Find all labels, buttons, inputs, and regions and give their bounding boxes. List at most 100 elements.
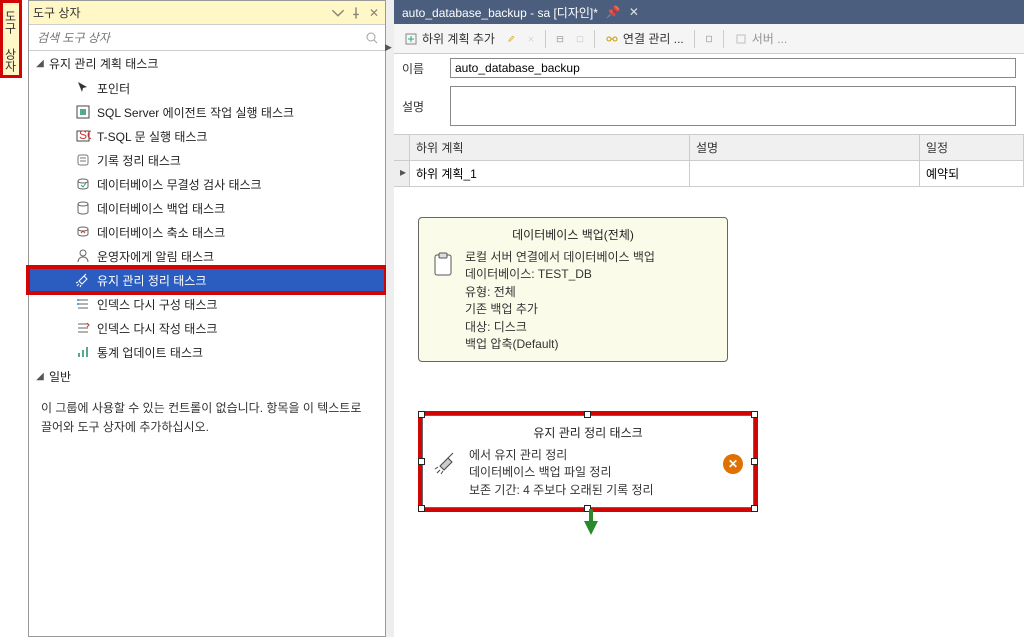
group-header-general[interactable]: ◢ 일반 bbox=[29, 364, 385, 389]
delete-icon[interactable] bbox=[523, 31, 539, 47]
desc-row: 설명 bbox=[394, 82, 1024, 130]
integrity-icon bbox=[75, 176, 91, 192]
tool-item-reorg[interactable]: 인덱스 다시 구성 태스크 bbox=[29, 292, 385, 316]
resize-handle[interactable] bbox=[418, 411, 425, 418]
group-header-label: 일반 bbox=[49, 368, 71, 385]
task-node-backup[interactable]: 데이터베이스 백업(전체) 로컬 서버 연결에서 데이터베이스 백업 데이터베이… bbox=[418, 217, 728, 362]
task-node-cleanup[interactable]: 유지 관리 정리 태스크 에서 유지 관리 정리 데이터베이스 백업 파일 정리… bbox=[418, 411, 758, 512]
desc-label: 설명 bbox=[402, 98, 442, 115]
resize-handle[interactable] bbox=[418, 458, 425, 465]
toolbox-search-input[interactable] bbox=[35, 30, 365, 46]
grid-header-desc[interactable]: 설명 bbox=[690, 135, 920, 160]
group-header-label: 유지 관리 계획 태스크 bbox=[49, 55, 158, 72]
document-tab[interactable]: auto_database_backup - sa [디자인]* 📌 ✕ bbox=[394, 0, 1024, 24]
tool-item-label: 데이터베이스 무결성 검사 태스크 bbox=[97, 176, 262, 193]
manage-connections-button[interactable]: 연결 관리 ... bbox=[601, 28, 688, 49]
tool-item-pointer[interactable]: 포인터 bbox=[29, 76, 385, 100]
toolbox-vertical-tab[interactable]: 도구 상자 bbox=[0, 0, 22, 78]
grid-row[interactable]: ▸ 하위 계획_1 예약되 bbox=[394, 161, 1024, 187]
search-icon[interactable] bbox=[365, 31, 379, 45]
collapse-icon: ◢ bbox=[35, 371, 45, 382]
general-empty-message: 이 그룹에 사용할 수 있는 컨트롤이 없습니다. 항목을 이 텍스트로 끌어와… bbox=[29, 389, 385, 447]
server-button[interactable]: 서버 ... bbox=[730, 28, 791, 49]
error-badge-icon[interactable]: ✕ bbox=[723, 454, 743, 474]
grid-corner bbox=[394, 135, 410, 160]
pin-icon[interactable] bbox=[349, 6, 363, 20]
tool-item-shrink[interactable]: 데이터베이스 축소 태스크 bbox=[29, 220, 385, 244]
toolbox-title: 도구 상자 bbox=[33, 4, 327, 21]
grid-cell[interactable]: 예약되 bbox=[920, 161, 1024, 186]
tool-item-label: 데이터베이스 백업 태스크 bbox=[97, 200, 225, 217]
backup-icon bbox=[75, 200, 91, 216]
grid-cell[interactable] bbox=[690, 161, 920, 186]
pin-icon[interactable]: 📌 bbox=[606, 5, 621, 19]
edit-icon[interactable] bbox=[503, 31, 519, 47]
toolbox-panel: 도구 상자 ✕ ◢ 유지 관리 계획 태스크 포인터 SQL Server 에이… bbox=[28, 0, 386, 637]
name-label: 이름 bbox=[402, 60, 442, 77]
tool-item-label: 인덱스 다시 구성 태스크 bbox=[97, 296, 217, 313]
connection-icon bbox=[605, 32, 619, 46]
resize-handle[interactable] bbox=[751, 411, 758, 418]
broom-icon bbox=[75, 272, 91, 288]
task-title: 유지 관리 정리 태스크 bbox=[433, 424, 743, 441]
tool-item-rebuild[interactable]: 인덱스 다시 작성 태스크 bbox=[29, 316, 385, 340]
grid-header-schedule[interactable]: 일정 bbox=[920, 135, 1024, 160]
broom-icon bbox=[433, 449, 461, 477]
resize-handle[interactable] bbox=[751, 458, 758, 465]
tool-item-cleanup[interactable]: 유지 관리 정리 태스크 bbox=[29, 268, 385, 292]
task-description: 로컬 서버 연결에서 데이터베이스 백업 데이터베이스: TEST_DB 유형:… bbox=[465, 249, 655, 353]
tool-item-label: 포인터 bbox=[97, 80, 130, 97]
resize-handle[interactable] bbox=[418, 505, 425, 512]
clipboard-icon bbox=[429, 251, 457, 279]
tool-item-history[interactable]: 기록 정리 태스크 bbox=[29, 148, 385, 172]
splitter[interactable] bbox=[386, 0, 394, 637]
close-icon[interactable]: ✕ bbox=[629, 5, 639, 19]
history-cleanup-icon bbox=[75, 152, 91, 168]
designer-toolbar: 하위 계획 추가 연결 관리 ... 서버 ... bbox=[394, 24, 1024, 54]
task-description: 에서 유지 관리 정리 데이터베이스 백업 파일 정리 보존 기간: 4 주보다… bbox=[469, 447, 654, 499]
tool-item-label: 데이터베이스 축소 태스크 bbox=[97, 224, 225, 241]
tool-item-stats[interactable]: 통계 업데이트 태스크 bbox=[29, 340, 385, 364]
name-row: 이름 bbox=[394, 54, 1024, 82]
tool-item-label: SQL Server 에이전트 작업 실행 태스크 bbox=[97, 104, 294, 121]
tsql-icon: SQL bbox=[75, 128, 91, 144]
resize-handle[interactable] bbox=[751, 505, 758, 512]
update-stats-icon bbox=[75, 344, 91, 360]
tool-item-label: T-SQL 문 실행 태스크 bbox=[97, 128, 207, 145]
calendar-icon[interactable] bbox=[552, 31, 568, 47]
grid-header-subplan[interactable]: 하위 계획 bbox=[410, 135, 690, 160]
toolbox-titlebar: 도구 상자 ✕ bbox=[29, 1, 385, 25]
report-icon[interactable] bbox=[701, 31, 717, 47]
name-input[interactable] bbox=[450, 58, 1016, 78]
toolbox-search-row bbox=[29, 25, 385, 51]
dropdown-icon[interactable] bbox=[331, 6, 345, 20]
tool-item-integrity[interactable]: 데이터베이스 무결성 검사 태스크 bbox=[29, 172, 385, 196]
server-icon bbox=[734, 32, 748, 46]
agent-job-icon bbox=[75, 104, 91, 120]
add-subplan-button[interactable]: 하위 계획 추가 bbox=[400, 28, 499, 49]
tool-item-label: 인덱스 다시 작성 태스크 bbox=[97, 320, 217, 337]
resize-handle[interactable] bbox=[584, 411, 591, 418]
document-tab-title: auto_database_backup - sa [디자인]* bbox=[402, 4, 598, 21]
pointer-icon bbox=[75, 80, 91, 96]
tool-item-tsql[interactable]: SQL T-SQL 문 실행 태스크 bbox=[29, 124, 385, 148]
close-icon[interactable]: ✕ bbox=[367, 6, 381, 20]
desc-input[interactable] bbox=[450, 86, 1016, 126]
tool-item-notify[interactable]: 운영자에게 알림 태스크 bbox=[29, 244, 385, 268]
tool-item-label: 운영자에게 알림 태스크 bbox=[97, 248, 214, 265]
group-header-maintenance[interactable]: ◢ 유지 관리 계획 태스크 bbox=[29, 51, 385, 76]
design-surface[interactable]: 데이터베이스 백업(전체) 로컬 서버 연결에서 데이터베이스 백업 데이터베이… bbox=[394, 187, 1024, 607]
tool-item-agent-job[interactable]: SQL Server 에이전트 작업 실행 태스크 bbox=[29, 100, 385, 124]
rebuild-index-icon bbox=[75, 320, 91, 336]
tool-list: 포인터 SQL Server 에이전트 작업 실행 태스크 SQL T-SQL … bbox=[29, 76, 385, 364]
notify-operator-icon bbox=[75, 248, 91, 264]
grid-cell[interactable]: 하위 계획_1 bbox=[410, 161, 690, 186]
row-indicator-icon: ▸ bbox=[394, 161, 410, 186]
tool-item-backup[interactable]: 데이터베이스 백업 태스크 bbox=[29, 196, 385, 220]
add-subplan-icon bbox=[404, 32, 418, 46]
svg-text:SQL: SQL bbox=[79, 128, 91, 142]
shrink-icon bbox=[75, 224, 91, 240]
collapse-icon: ◢ bbox=[35, 58, 45, 69]
calendar-disabled-icon[interactable] bbox=[572, 31, 588, 47]
toolbar-label: 연결 관리 ... bbox=[623, 30, 684, 47]
